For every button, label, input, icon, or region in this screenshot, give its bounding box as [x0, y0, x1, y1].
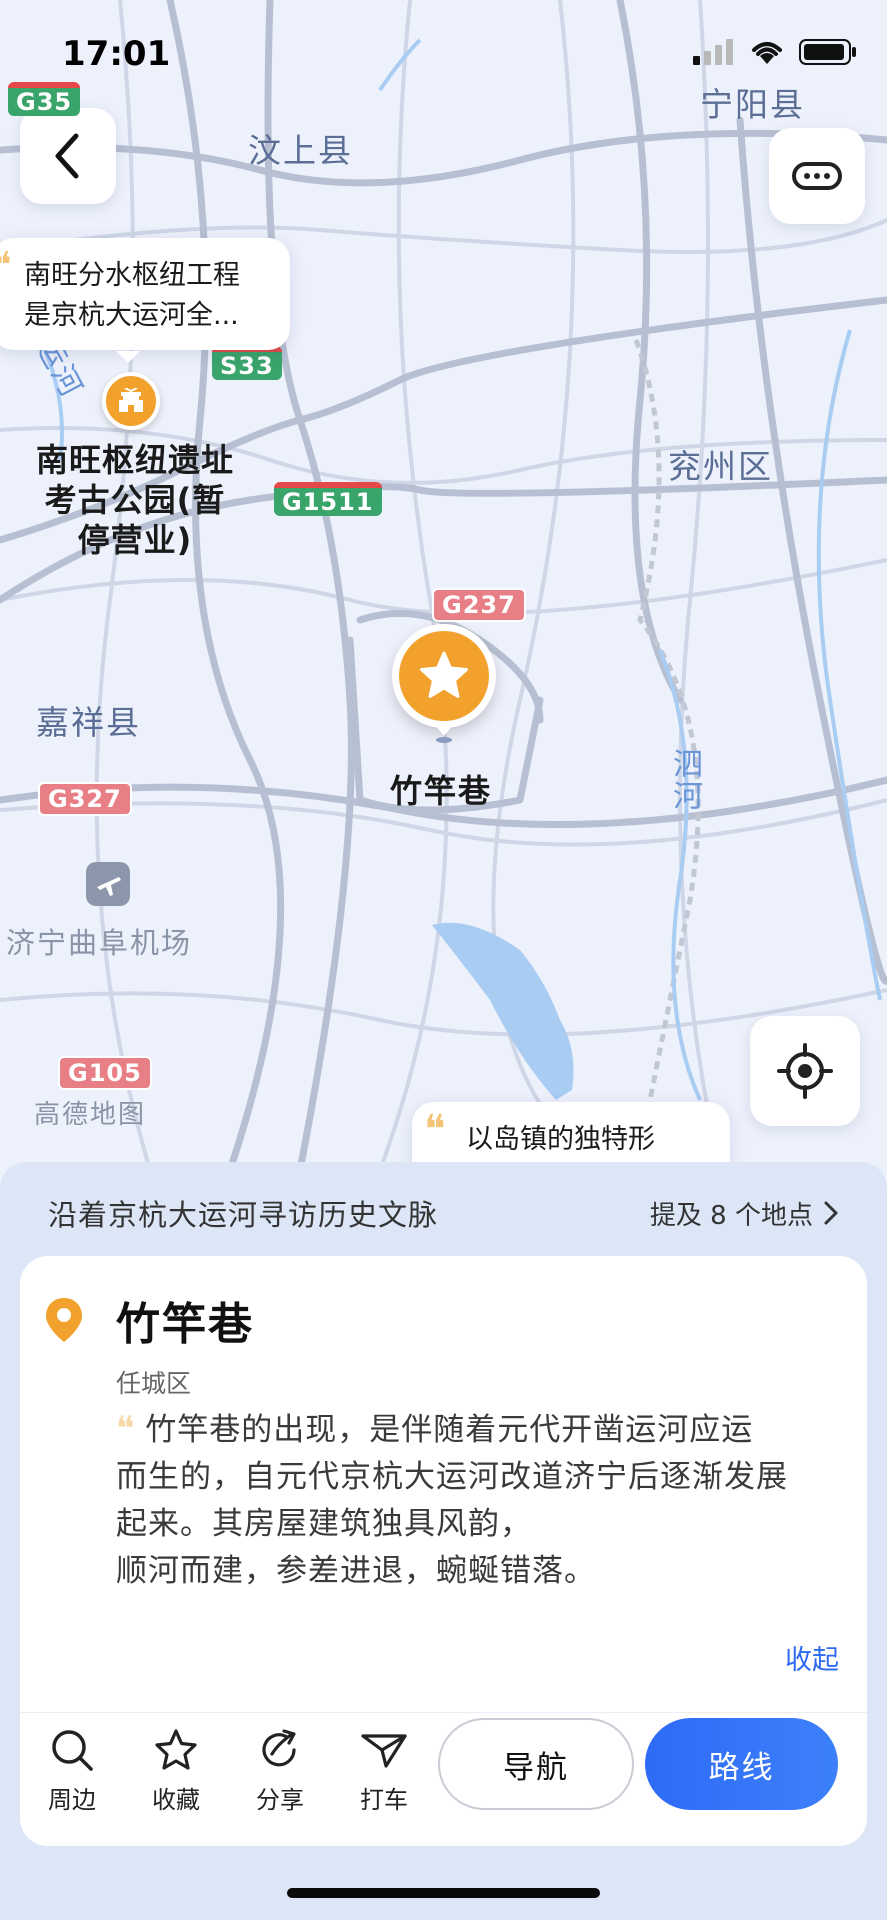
wifi-icon	[752, 42, 782, 64]
battery-icon	[799, 39, 856, 65]
road-shield-g1511: G1511	[274, 482, 382, 516]
quote-icon: ❝	[424, 1107, 446, 1153]
action-toolbar: 周边 收藏 分享 打车	[20, 1728, 450, 1838]
poi-description: ❝ 竹竿巷的出现，是伴随着元代开凿运河应运 而生的，自元代京杭大运河改道济宁后逐渐…	[116, 1409, 788, 1589]
star-icon	[420, 651, 468, 698]
share-icon	[262, 1729, 296, 1767]
road-shield-g35: G35	[8, 82, 81, 116]
map-label-jiaxiang[interactable]: 嘉祥县	[36, 696, 141, 744]
chevron-left-icon	[55, 133, 79, 179]
nearby-button[interactable]: 周边	[32, 1728, 112, 1815]
map-label-wenshang[interactable]: 汶上县	[248, 124, 353, 172]
map-label-airport[interactable]: 济宁曲阜机场	[6, 920, 192, 962]
poi-district: 任城区	[116, 1369, 192, 1398]
castle-gate-icon[interactable]	[102, 372, 160, 430]
road-shield-g327: G327	[38, 782, 132, 816]
poi-label-nanwang[interactable]: 南旺枢纽遗址 考古公园(暂 停营业)	[20, 440, 250, 560]
cellular-signal-icon	[693, 39, 733, 65]
search-icon	[52, 1730, 93, 1771]
bubble-text-line2: 是京杭大运河全...	[24, 300, 239, 331]
route-button[interactable]: 路线	[645, 1718, 838, 1810]
bubble-text-line1: 南旺分水枢纽工程	[24, 260, 240, 291]
map-label-sihe: 泗河	[667, 748, 702, 812]
back-button[interactable]	[20, 108, 116, 204]
chevron-right-icon	[824, 1201, 838, 1225]
route-title: 沿着京杭大运河寻访历史文脉	[48, 1198, 439, 1232]
road-shield-g105: G105	[58, 1056, 152, 1090]
divider	[20, 1712, 867, 1713]
location-pin-icon	[46, 1298, 82, 1342]
locate-me-button[interactable]	[750, 1016, 860, 1126]
status-time: 17:01	[62, 34, 171, 74]
map-view[interactable]: 17:01 汶上县 宁阳县 兖州区 嘉祥县 泗河 运河 济宁曲阜机场 高德地图 …	[0, 0, 887, 1170]
poi-title: 竹竿巷	[116, 1299, 254, 1350]
map-provider-logo: 高德地图	[34, 1100, 147, 1130]
quote-icon: ❝	[0, 245, 12, 286]
share-button[interactable]: 分享	[240, 1728, 320, 1815]
airport-icon[interactable]	[86, 862, 130, 906]
more-options-button[interactable]	[769, 128, 865, 224]
crosshair-icon	[777, 1043, 833, 1099]
navigation-button[interactable]: 导航	[438, 1718, 634, 1810]
road-shield-g237: G237	[432, 588, 526, 622]
favorite-button[interactable]: 收藏	[136, 1728, 216, 1815]
map-label-ningyang[interactable]: 宁阳县	[700, 78, 805, 126]
bubble-text: 以岛镇的独特形	[466, 1124, 655, 1155]
star-outline-icon	[155, 1729, 197, 1770]
route-more-link[interactable]: 提及 8 个地点	[650, 1195, 839, 1232]
road-shield-s33: S33	[212, 346, 282, 380]
quote-icon: ❝	[116, 1409, 136, 1449]
marker-tail	[434, 724, 454, 744]
more-dots-icon	[792, 162, 842, 190]
collapse-button[interactable]: 收起	[785, 1638, 839, 1677]
map-label-yanzhou[interactable]: 兖州区	[668, 440, 773, 488]
selected-poi-label[interactable]: 竹竿巷	[390, 766, 492, 812]
story-bubble-nanwang[interactable]: ❝ 南旺分水枢纽工程 是京杭大运河全...	[0, 238, 290, 350]
map-roads	[0, 0, 887, 1170]
route-header[interactable]: 沿着京杭大运河寻访历史文脉 提及 8 个地点	[48, 1192, 839, 1234]
taxi-icon	[361, 1734, 407, 1768]
home-indicator[interactable]	[287, 1888, 600, 1898]
bubble-pointer	[116, 348, 140, 363]
taxi-button[interactable]: 打车	[344, 1728, 424, 1815]
story-bubble-island[interactable]: ❝ 以岛镇的独特形	[412, 1102, 730, 1170]
selected-poi-marker[interactable]	[392, 624, 496, 728]
